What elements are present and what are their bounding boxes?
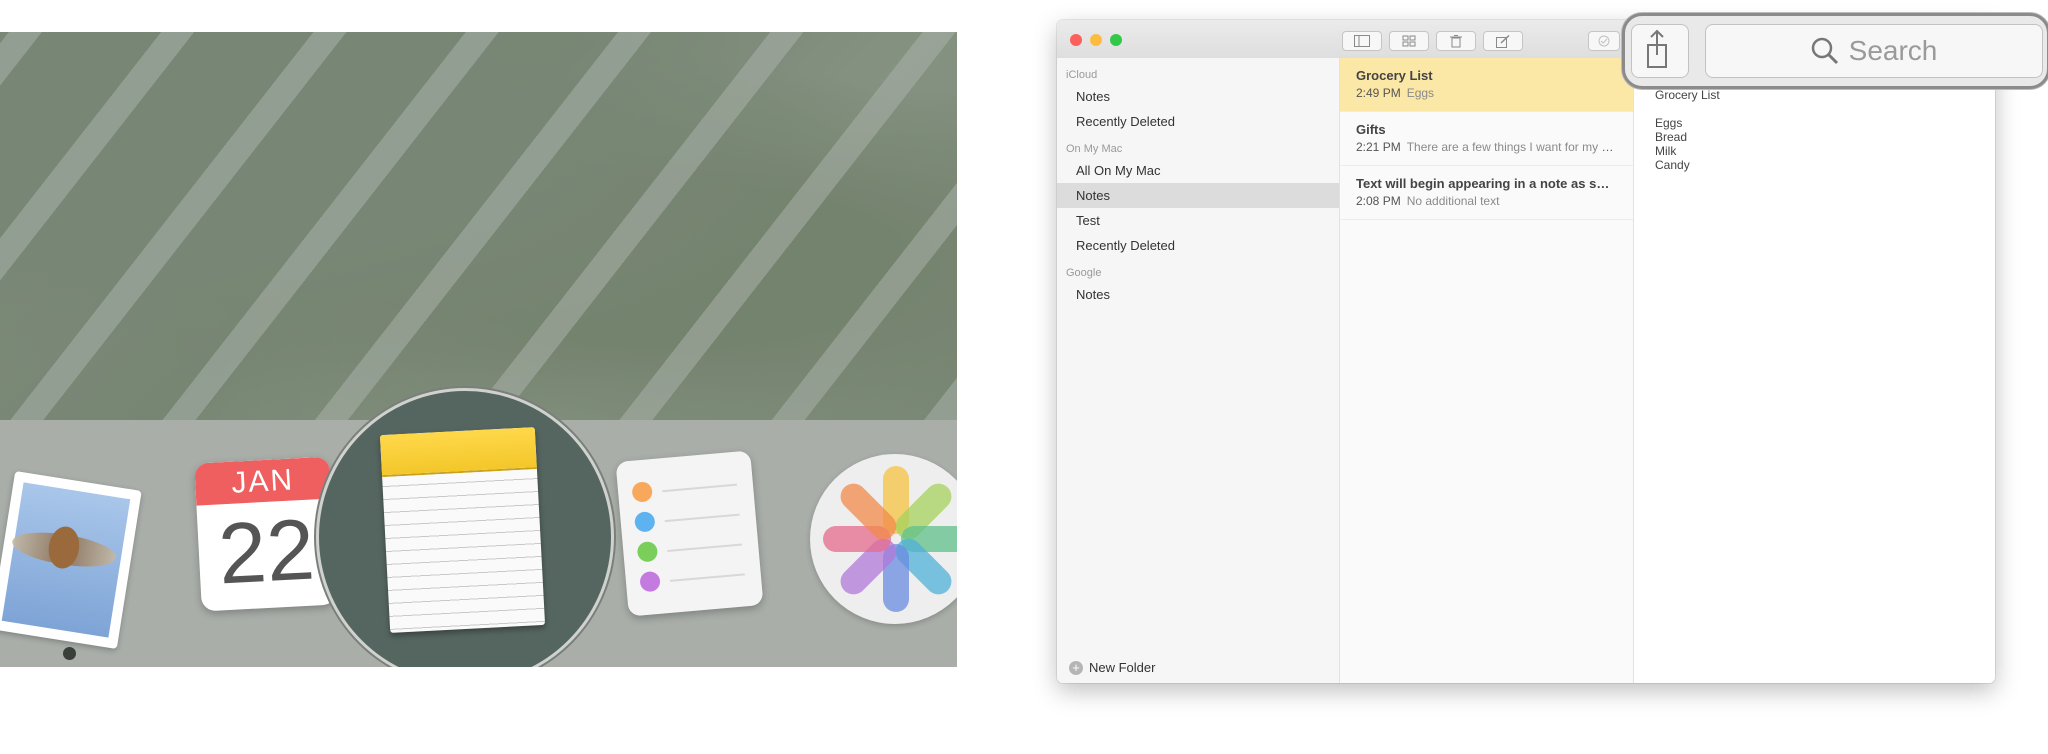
attachments-browser-button[interactable] <box>1389 31 1429 51</box>
sidebar-item-icloud-notes[interactable]: Notes <box>1057 84 1339 109</box>
share-icon <box>1647 29 1667 68</box>
checklist-button[interactable] <box>1588 31 1620 51</box>
plus-icon: + <box>1069 660 1083 675</box>
editor-line: Eggs <box>1655 116 1683 130</box>
note-time: 2:49 PM <box>1356 86 1401 100</box>
notes-list: Grocery List 2:49 PM Eggs Gifts 2:21 PM Th… <box>1340 58 1634 683</box>
note-preview: Eggs <box>1406 86 1435 100</box>
notes-icon-magnifier <box>316 388 614 667</box>
note-editor[interactable]: Grocery List Eggs Bread Milk Candy <box>1634 58 1995 683</box>
notes-app-icon[interactable] <box>379 427 546 633</box>
note-title: Grocery List <box>1356 68 1433 83</box>
compose-icon <box>1496 34 1510 48</box>
search-placeholder: Search <box>1848 35 1938 66</box>
sidebar-item-mac-notes[interactable]: Notes <box>1057 183 1339 208</box>
note-title: Text will begin appearing in a note as s… <box>1356 176 1617 191</box>
toolbar-zoom-callout: Search <box>1622 13 2048 89</box>
new-folder-button[interactable]: + New Folder <box>1069 660 1155 675</box>
desktop-dock-view: JAN 22 <box>0 32 957 667</box>
editor-line: Candy <box>1655 158 1690 172</box>
sidebar-icon <box>1354 35 1370 47</box>
trash-icon <box>1450 34 1462 47</box>
note-preview: No additional text <box>1406 194 1500 208</box>
folders-sidebar: iCloud Notes Recently Deleted On My Mac … <box>1057 58 1340 683</box>
mail-app-icon[interactable] <box>0 470 142 650</box>
sidebar-item-test[interactable]: Test <box>1057 208 1339 233</box>
zoom-button[interactable] <box>1110 34 1122 46</box>
search-icon <box>1811 37 1838 65</box>
section-header-google: Google <box>1066 267 1102 279</box>
minimize-button[interactable] <box>1090 34 1102 46</box>
desktop-wallpaper <box>0 32 957 420</box>
search-field[interactable]: Search <box>1705 24 2043 78</box>
calendar-month: JAN <box>194 456 332 506</box>
share-button[interactable] <box>1631 24 1689 78</box>
section-header-icloud: iCloud <box>1066 69 1098 81</box>
grid-icon <box>1402 35 1416 47</box>
list-item[interactable]: Gifts 2:21 PM There are a few things I wa… <box>1340 112 1633 166</box>
photos-app-icon[interactable] <box>810 454 957 624</box>
note-title: Gifts <box>1356 122 1386 137</box>
list-item[interactable]: Text will begin appearing in a note as s… <box>1340 166 1633 220</box>
running-indicator <box>63 647 76 660</box>
checkmark-icon <box>1598 35 1610 47</box>
sidebar-item-all-on-my-mac[interactable]: All On My Mac <box>1057 158 1339 183</box>
dock: JAN 22 <box>0 388 957 667</box>
note-time: 2:08 PM <box>1356 194 1401 208</box>
note-preview: There are a few things I want for my bi.… <box>1406 140 1617 154</box>
compose-button[interactable] <box>1483 31 1523 51</box>
delete-button[interactable] <box>1436 31 1476 51</box>
reminders-app-icon[interactable] <box>615 450 764 617</box>
sidebar-item-google-notes[interactable]: Notes <box>1057 282 1339 307</box>
editor-line: Milk <box>1655 144 1677 158</box>
section-header-on-my-mac: On My Mac <box>1066 143 1123 155</box>
sidebar-item-icloud-recently-deleted[interactable]: Recently Deleted <box>1057 109 1339 134</box>
list-item[interactable]: Grocery List 2:49 PM Eggs <box>1340 58 1633 112</box>
editor-line: Bread <box>1655 130 1688 144</box>
calendar-day: 22 <box>216 501 317 603</box>
new-folder-label: New Folder <box>1089 660 1156 675</box>
toggle-sidebar-button[interactable] <box>1342 31 1382 51</box>
close-button[interactable] <box>1070 34 1082 46</box>
notes-window: iCloud Notes Recently Deleted On My Mac … <box>1057 20 1995 683</box>
editor-title: Grocery List <box>1655 88 1720 102</box>
note-time: 2:21 PM <box>1356 140 1401 154</box>
sidebar-item-mac-recently-deleted[interactable]: Recently Deleted <box>1057 233 1339 258</box>
